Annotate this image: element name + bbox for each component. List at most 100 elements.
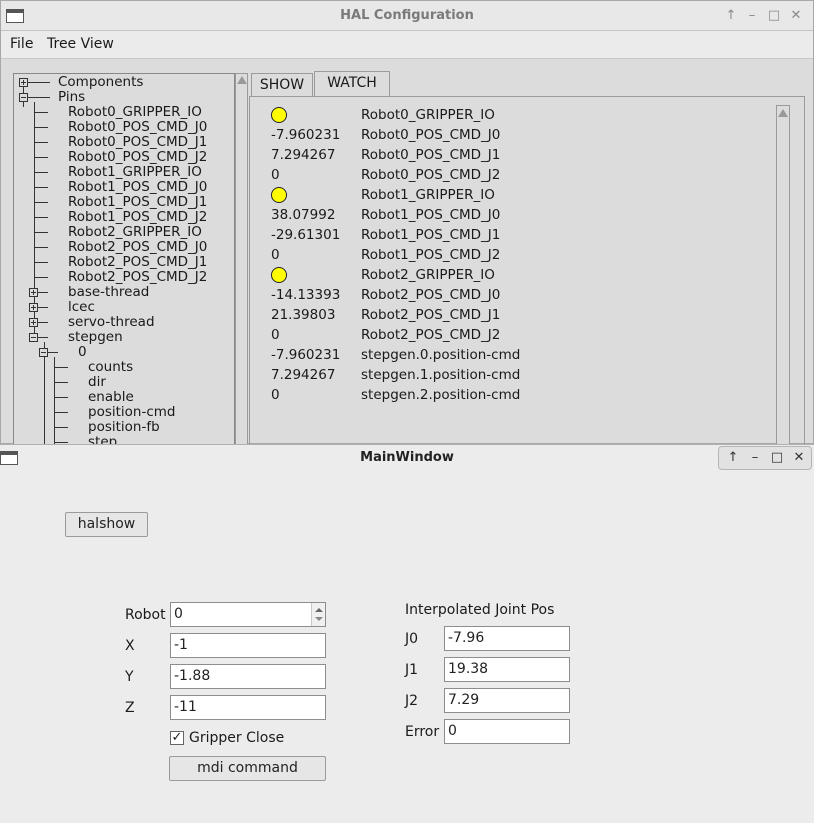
halshow-button[interactable]: halshow: [65, 512, 148, 537]
led-indicator-icon: [271, 107, 287, 123]
tree-node-pins[interactable]: Pins: [58, 90, 85, 105]
minimize-icon[interactable]: –: [746, 449, 764, 467]
tree-node-pin[interactable]: Robot1_POS_CMD_J1: [68, 195, 207, 210]
tree-node-stepgen-0[interactable]: 0: [78, 345, 87, 360]
scroll-up-icon[interactable]: [237, 76, 247, 84]
spin-buttons[interactable]: [311, 603, 325, 626]
minimize-icon[interactable]: –: [743, 7, 761, 25]
maximize-icon[interactable]: □: [768, 449, 786, 467]
tab-show[interactable]: SHOW: [251, 73, 313, 97]
watch-row[interactable]: -14.13393 Robot2_POS_CMD_J0: [250, 285, 770, 305]
maximize-icon[interactable]: □: [765, 7, 783, 25]
tree-node-pin[interactable]: Robot2_POS_CMD_J1: [68, 255, 207, 270]
tree-node-pin[interactable]: counts: [88, 360, 133, 375]
tree-node-pin[interactable]: position-cmd: [88, 405, 176, 420]
watch-scrollbar[interactable]: [776, 105, 790, 446]
watch-list: Robot0_GRIPPER_IO -7.960231 Robot0_POS_CMD…: [250, 105, 770, 445]
tree-node-pin[interactable]: Robot0_POS_CMD_J0: [68, 120, 207, 135]
watch-row[interactable]: 0 Robot2_POS_CMD_J2: [250, 325, 770, 345]
tree-node-pin[interactable]: position-fb: [88, 420, 160, 435]
tab-watch[interactable]: WATCH: [314, 71, 390, 97]
watch-pin-name: stepgen.2.position-cmd: [361, 387, 521, 403]
tree-node-stepgen[interactable]: stepgen: [68, 330, 123, 345]
watch-pin-name: Robot0_POS_CMD_J1: [361, 147, 501, 163]
hal-tree-view[interactable]: Components Pins Robot0_GRIPPER_IO Robot0…: [13, 73, 235, 445]
watch-value: -7.960231: [271, 347, 341, 363]
mdi-command-button[interactable]: mdi command: [169, 756, 326, 781]
watch-value: 7.294267: [271, 367, 336, 383]
tree-node-pin[interactable]: Robot1_GRIPPER_IO: [68, 165, 202, 180]
j2-field[interactable]: 7.29: [444, 688, 570, 713]
robot-spinbox[interactable]: 0: [170, 602, 326, 627]
tree-node-pin[interactable]: Robot2_POS_CMD_J0: [68, 240, 207, 255]
watch-value: 0: [271, 327, 280, 343]
watch-row[interactable]: 0 stepgen.2.position-cmd: [250, 385, 770, 405]
watch-value: 0: [271, 167, 280, 183]
tree-node-pin[interactable]: Robot2_GRIPPER_IO: [68, 225, 202, 240]
tree-node-pin[interactable]: Robot1_POS_CMD_J0: [68, 180, 207, 195]
menu-tree-view[interactable]: Tree View: [47, 36, 114, 52]
watch-row[interactable]: Robot0_GRIPPER_IO: [250, 105, 770, 125]
j0-field[interactable]: -7.96: [444, 626, 570, 651]
spin-arrows-icon[interactable]: [312, 603, 326, 626]
tree-scrollbar[interactable]: [235, 73, 248, 445]
watch-row[interactable]: Robot2_GRIPPER_IO: [250, 265, 770, 285]
gripper-close-checkbox[interactable]: ✓: [170, 731, 184, 745]
main-window-title: MainWindow: [360, 450, 454, 465]
collapse-pins-icon[interactable]: [19, 93, 28, 102]
watch-pin-name: Robot1_POS_CMD_J0: [361, 207, 501, 223]
interpolated-joint-pos-heading: Interpolated Joint Pos: [405, 602, 555, 618]
hal-window-title: HAL Configuration: [340, 8, 474, 23]
watch-value: 0: [271, 247, 280, 263]
scroll-up-icon[interactable]: [778, 109, 788, 117]
tree-node-pin[interactable]: Robot0_POS_CMD_J1: [68, 135, 207, 150]
hal-menu-bar: File Tree View: [1, 31, 813, 59]
watch-row[interactable]: -7.960231 stepgen.0.position-cmd: [250, 345, 770, 365]
y-field[interactable]: -1.88: [170, 664, 326, 689]
tree-node-pin[interactable]: dir: [88, 375, 106, 390]
watch-row[interactable]: -29.61301 Robot1_POS_CMD_J1: [250, 225, 770, 245]
watch-row[interactable]: 7.294267 Robot0_POS_CMD_J1: [250, 145, 770, 165]
watch-row[interactable]: 0 Robot0_POS_CMD_J2: [250, 165, 770, 185]
watch-pin-name: Robot2_POS_CMD_J1: [361, 307, 501, 323]
keep-above-icon[interactable]: ↑: [722, 7, 740, 25]
close-icon[interactable]: ✕: [787, 7, 805, 25]
collapse-stepgen-0-icon[interactable]: [39, 348, 48, 357]
tree-node-components[interactable]: Components: [58, 75, 143, 90]
robot-spinbox-value: 0: [174, 606, 183, 622]
watch-value: 21.39803: [271, 307, 336, 323]
j1-field[interactable]: 19.38: [444, 657, 570, 682]
tree-node-base-thread[interactable]: base-thread: [68, 285, 149, 300]
expand-components-icon[interactable]: [19, 78, 28, 87]
tree-node-pin[interactable]: enable: [88, 390, 134, 405]
hal-configuration-window: HAL Configuration ↑ – □ ✕ File Tree View…: [0, 0, 814, 446]
hal-title-bar[interactable]: HAL Configuration ↑ – □ ✕: [1, 1, 813, 31]
x-field[interactable]: -1: [170, 633, 326, 658]
watch-row[interactable]: -7.960231 Robot0_POS_CMD_J0: [250, 125, 770, 145]
tree-node-pin[interactable]: Robot1_POS_CMD_J2: [68, 210, 207, 225]
expand-lcec-icon[interactable]: [29, 303, 38, 312]
watch-pin-name: Robot1_GRIPPER_IO: [361, 187, 495, 203]
keep-above-icon[interactable]: ↑: [724, 449, 742, 467]
watch-row[interactable]: 21.39803 Robot2_POS_CMD_J1: [250, 305, 770, 325]
expand-servo-thread-icon[interactable]: [29, 318, 38, 327]
main-window: MainWindow ↑ – □ ✕ halshow Robot 0 X -1 …: [0, 444, 814, 823]
watch-row[interactable]: 0 Robot1_POS_CMD_J2: [250, 245, 770, 265]
tree-node-pin[interactable]: Robot0_GRIPPER_IO: [68, 105, 202, 120]
watch-panel: Robot0_GRIPPER_IO -7.960231 Robot0_POS_CMD…: [249, 96, 805, 446]
tree-node-servo-thread[interactable]: servo-thread: [68, 315, 155, 330]
tree-node-lcec[interactable]: lcec: [68, 300, 95, 315]
watch-row[interactable]: Robot1_GRIPPER_IO: [250, 185, 770, 205]
error-field[interactable]: 0: [444, 719, 570, 744]
tree-node-pin[interactable]: Robot0_POS_CMD_J2: [68, 150, 207, 165]
watch-row[interactable]: 38.07992 Robot1_POS_CMD_J0: [250, 205, 770, 225]
close-icon[interactable]: ✕: [790, 449, 808, 467]
z-field[interactable]: -11: [170, 695, 326, 720]
tree-node-pin[interactable]: Robot2_POS_CMD_J2: [68, 270, 207, 285]
watch-row[interactable]: 7.294267 stepgen.1.position-cmd: [250, 365, 770, 385]
menu-file[interactable]: File: [10, 36, 33, 52]
watch-pin-name: Robot1_POS_CMD_J2: [361, 247, 501, 263]
expand-base-thread-icon[interactable]: [29, 288, 38, 297]
window-controls: ↑ – □ ✕: [718, 446, 812, 470]
collapse-stepgen-icon[interactable]: [29, 333, 38, 342]
